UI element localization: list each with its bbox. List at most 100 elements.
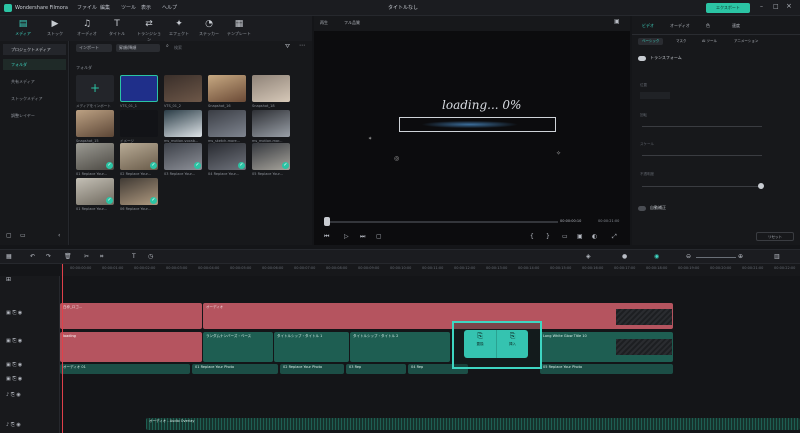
add-track-icon[interactable]: ⊞ <box>6 276 11 283</box>
marker-icon[interactable]: ◈ <box>586 253 591 260</box>
subtab-mask[interactable]: マスク <box>676 39 687 44</box>
menu-view[interactable]: 表示 <box>141 0 151 16</box>
undo-icon[interactable]: ↶ <box>30 253 35 260</box>
fit-icon[interactable]: ▥ <box>774 253 780 260</box>
folder-icon[interactable]: ▭ <box>20 232 26 239</box>
media-thumb[interactable] <box>120 75 158 102</box>
search-input[interactable]: 検索 <box>174 44 182 52</box>
media-thumb[interactable]: ✓ <box>120 143 158 170</box>
photo-clip[interactable]: 01 Replace Your Photo <box>192 364 278 374</box>
prev-frame-icon[interactable]: ⏮ <box>324 233 329 241</box>
media-thumb[interactable] <box>164 110 202 137</box>
sort-button[interactable]: 昇順/降順 <box>116 44 160 52</box>
audio-clip[interactable]: オーディオ 01 <box>60 364 190 374</box>
speed-icon[interactable]: ◷ <box>148 253 153 260</box>
insert-button[interactable]: ⎘ 挿入 <box>496 330 528 358</box>
redo-icon[interactable]: ↷ <box>46 253 51 260</box>
tab-quality[interactable]: フル品質 <box>344 20 360 26</box>
sidebar-item-stock[interactable]: ストックメディア <box>3 93 66 104</box>
opacity-handle[interactable] <box>758 183 764 189</box>
subtab-basic[interactable]: ベーシック <box>638 38 664 45</box>
toggle-transform[interactable] <box>638 56 646 61</box>
menu-edit[interactable]: 編集 <box>100 0 110 16</box>
media-thumb[interactable] <box>252 110 290 137</box>
import-media-tile[interactable]: + <box>76 75 114 102</box>
tab-audio-prop[interactable]: オーディオ <box>670 23 690 29</box>
volume-icon[interactable]: ◐ <box>592 233 597 240</box>
tab-sticker[interactable]: ◔ ステッカー <box>196 18 222 40</box>
mark-in-icon[interactable]: { <box>530 233 534 240</box>
sidebar-item-folder[interactable]: フォルダ <box>3 59 66 70</box>
tab-transition[interactable]: ⇄ トランジション <box>136 18 162 42</box>
tab-effect[interactable]: ✦ エフェクト <box>166 18 192 40</box>
camera-icon[interactable]: ▣ <box>577 233 583 240</box>
photo-clip[interactable]: 05 Replace Your Photo <box>540 364 673 374</box>
snapshot-icon[interactable]: ▣ <box>614 18 620 25</box>
zoom-in-icon[interactable]: ⊕ <box>738 253 743 260</box>
mark-out-icon[interactable]: } <box>546 233 550 240</box>
media-thumb[interactable]: ✓ <box>76 143 114 170</box>
mic-icon[interactable]: ● <box>622 253 627 260</box>
media-thumb[interactable] <box>164 75 202 102</box>
tab-template[interactable]: ▦ テンプレート <box>226 18 252 40</box>
title-clip[interactable]: オーディオ <box>203 303 673 329</box>
media-thumb[interactable] <box>120 110 158 137</box>
tab-video[interactable]: ビデオ <box>642 23 654 29</box>
media-thumb[interactable]: ✓ <box>164 143 202 170</box>
menu-tools[interactable]: ツール <box>121 0 136 16</box>
tab-stock[interactable]: ▶ ストック <box>42 18 68 40</box>
next-frame-icon[interactable]: ⏭ <box>360 233 365 241</box>
media-thumb[interactable] <box>208 110 246 137</box>
playhead-handle[interactable] <box>324 217 330 226</box>
delete-icon[interactable]: 🗑 <box>64 253 72 260</box>
export-button[interactable]: エクスポート <box>706 3 750 13</box>
layout-icon[interactable]: ▦ <box>6 253 12 260</box>
tab-player[interactable]: 再生 <box>320 20 328 26</box>
zoom-out-icon[interactable]: ⊖ <box>686 253 691 260</box>
snap-icon[interactable]: ◉ <box>654 253 659 260</box>
reset-button[interactable]: リセット <box>756 232 794 241</box>
tab-color[interactable]: 色 <box>706 23 710 29</box>
video-clip[interactable]: タイトルシップ・タイトル 2 <box>350 332 450 362</box>
collapse-icon[interactable]: ‹ <box>58 232 60 239</box>
media-thumb[interactable]: ✓ <box>76 178 114 205</box>
subtab-ai[interactable]: AI ツール <box>702 39 717 44</box>
display-icon[interactable]: ▭ <box>562 233 568 240</box>
playhead[interactable] <box>62 264 63 433</box>
tab-speed[interactable]: 速度 <box>732 23 740 29</box>
position-field[interactable] <box>640 92 670 99</box>
tab-audio[interactable]: ♫ オーディオ <box>74 18 100 40</box>
rotate-slider[interactable] <box>642 126 762 127</box>
sidebar-item-shared[interactable]: 共有メディア <box>3 76 66 87</box>
media-thumb[interactable] <box>208 75 246 102</box>
sidebar-item-adjust[interactable]: 調整レイヤー <box>3 110 66 121</box>
import-button[interactable]: インポート <box>76 44 112 52</box>
maximize-icon[interactable]: □ <box>773 3 779 10</box>
opacity-slider[interactable] <box>642 186 762 187</box>
minimize-icon[interactable]: – <box>760 3 763 10</box>
toggle-autocorrect[interactable] <box>638 206 646 211</box>
play-icon[interactable]: ▷ <box>344 233 349 240</box>
video-clip[interactable]: タイトルシップ・タイトル 1 <box>274 332 349 362</box>
title-clip[interactable]: 白枠_ロゴ... <box>60 303 202 329</box>
video-clip[interactable]: loading <box>60 332 202 362</box>
sidebar-header[interactable]: プロジェクトメディア <box>3 44 66 55</box>
timeline-ruler[interactable]: 00:00:00:00 00:00:01:00 00:00:02:00 00:00:0… <box>60 264 800 276</box>
tab-media[interactable]: ▤ メディア <box>10 18 36 40</box>
new-folder-icon[interactable]: ▢ <box>6 232 12 239</box>
waveform-clip[interactable]: オーディオ - Audio Overlay <box>146 418 800 430</box>
subtab-animation[interactable]: アニメーション <box>734 39 758 44</box>
media-thumb[interactable]: ✓ <box>208 143 246 170</box>
video-clip[interactable]: ランダムナンバーズ・ベース <box>203 332 273 362</box>
photo-clip[interactable]: 02 Replace Your Photo <box>280 364 344 374</box>
menu-file[interactable]: ファイル <box>77 0 97 16</box>
cut-icon[interactable]: ✂ <box>84 253 89 260</box>
more-icon[interactable]: ⋯ <box>299 42 305 49</box>
zoom-slider[interactable] <box>696 257 736 258</box>
menu-help[interactable]: ヘルプ <box>162 0 177 16</box>
close-icon[interactable]: × <box>786 2 792 10</box>
crop-icon[interactable]: ⌗ <box>100 253 103 261</box>
fullscreen-icon[interactable]: ⤢ <box>612 233 617 241</box>
media-thumb[interactable] <box>76 110 114 137</box>
text-icon[interactable]: T <box>132 253 136 260</box>
